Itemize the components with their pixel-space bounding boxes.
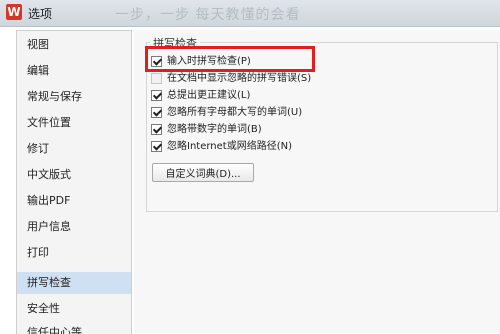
sidebar-item-general-save[interactable]: 常规与保存	[17, 86, 131, 108]
sidebar-item-export-pdf[interactable]: 输出PDF	[17, 190, 131, 212]
option-label: 在文档中显示忽略的拼写错误(S)	[167, 73, 312, 84]
sidebar-item-revision[interactable]: 修订	[17, 138, 131, 160]
sidebar-item-print[interactable]: 打印	[17, 242, 131, 264]
sidebar-item-security[interactable]: 安全性	[17, 298, 131, 320]
background-watermark-text: 一步，一步 每天教懂的会看	[115, 7, 301, 23]
option-ignore-uppercase[interactable]: 忽略所有字母都大写的单词(U)	[151, 106, 302, 120]
option-label: 忽略带数字的单词(B)	[167, 124, 262, 135]
checkbox[interactable]	[151, 106, 162, 118]
option-label: 忽略所有字母都大写的单词(U)	[167, 107, 303, 118]
options-sidebar: 视图 编辑 常规与保存 文件位置 修订 中文版式 输出PDF 用户信息 打印 拼…	[16, 30, 132, 334]
highlight-annotation-box	[145, 46, 315, 72]
sidebar-item-chinese-layout[interactable]: 中文版式	[17, 164, 131, 186]
option-label: 总提出更正建议(L)	[167, 90, 251, 101]
wps-logo-icon: W	[6, 4, 22, 20]
custom-dictionary-button[interactable]: 自定义词典(D)...	[152, 163, 254, 182]
checkbox[interactable]	[151, 123, 162, 135]
checkbox[interactable]	[151, 89, 162, 101]
checkbox[interactable]	[151, 140, 162, 152]
sidebar-item-user-info[interactable]: 用户信息	[17, 216, 131, 238]
option-always-suggest[interactable]: 总提出更正建议(L)	[151, 89, 250, 103]
sidebar-item-spell-check[interactable]: 拼写检查	[17, 272, 131, 294]
option-ignore-internet-paths[interactable]: 忽略Internet或网络路径(N)	[151, 140, 292, 154]
sidebar-item-edit[interactable]: 编辑	[17, 60, 131, 82]
sidebar-item-view[interactable]: 视图	[17, 34, 131, 56]
sidebar-item-file-location[interactable]: 文件位置	[17, 112, 131, 134]
title-bar: W 选项 一步，一步 每天教懂的会看	[0, 0, 500, 27]
window-title: 选项	[28, 7, 53, 21]
checkbox[interactable]	[151, 72, 162, 84]
sidebar-item-trust-center[interactable]: 信任中心等	[17, 322, 131, 334]
spell-check-panel: 拼写检查 输入时拼写检查(P) 在文档中显示忽略的拼写错误(S) 总提出更正建议…	[134, 30, 500, 333]
option-label: 忽略Internet或网络路径(N)	[167, 141, 292, 152]
option-show-ignored-errors[interactable]: 在文档中显示忽略的拼写错误(S)	[151, 72, 311, 86]
option-ignore-numbers[interactable]: 忽略带数字的单词(B)	[151, 123, 262, 137]
